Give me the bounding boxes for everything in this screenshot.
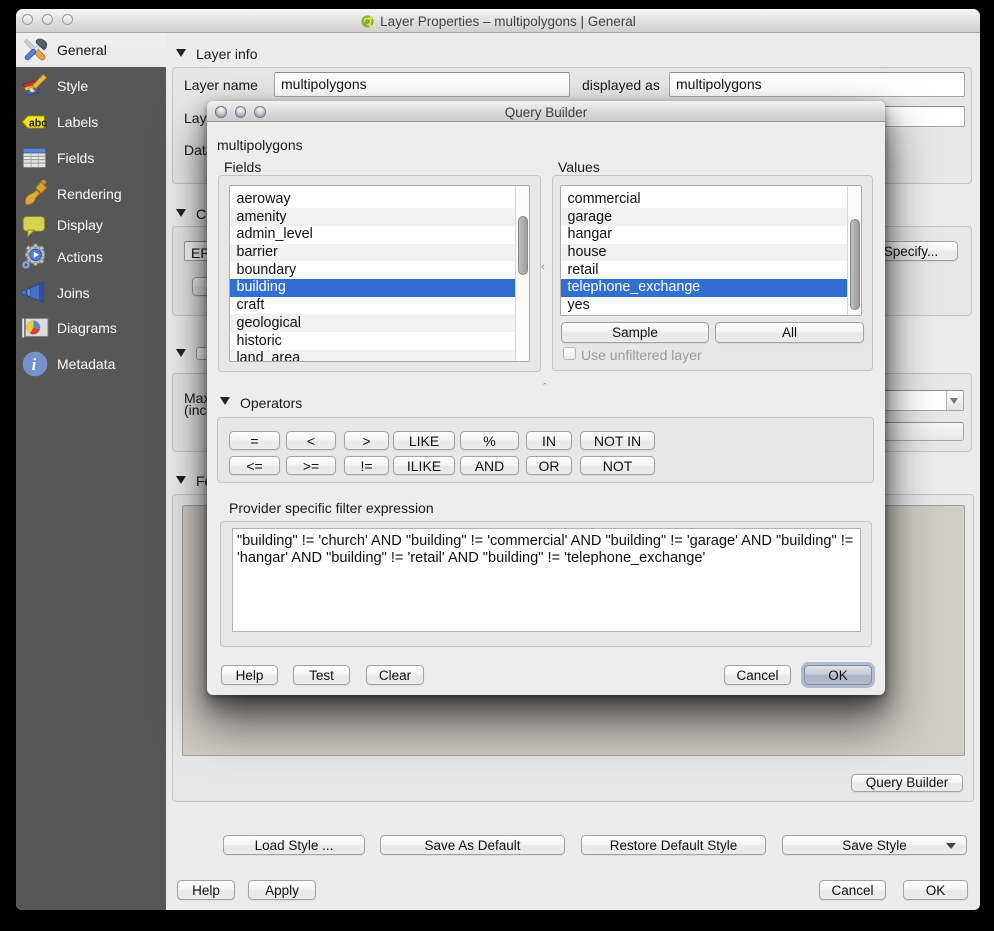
svg-text:i: i (32, 355, 37, 374)
svg-text:abc: abc (29, 117, 47, 129)
